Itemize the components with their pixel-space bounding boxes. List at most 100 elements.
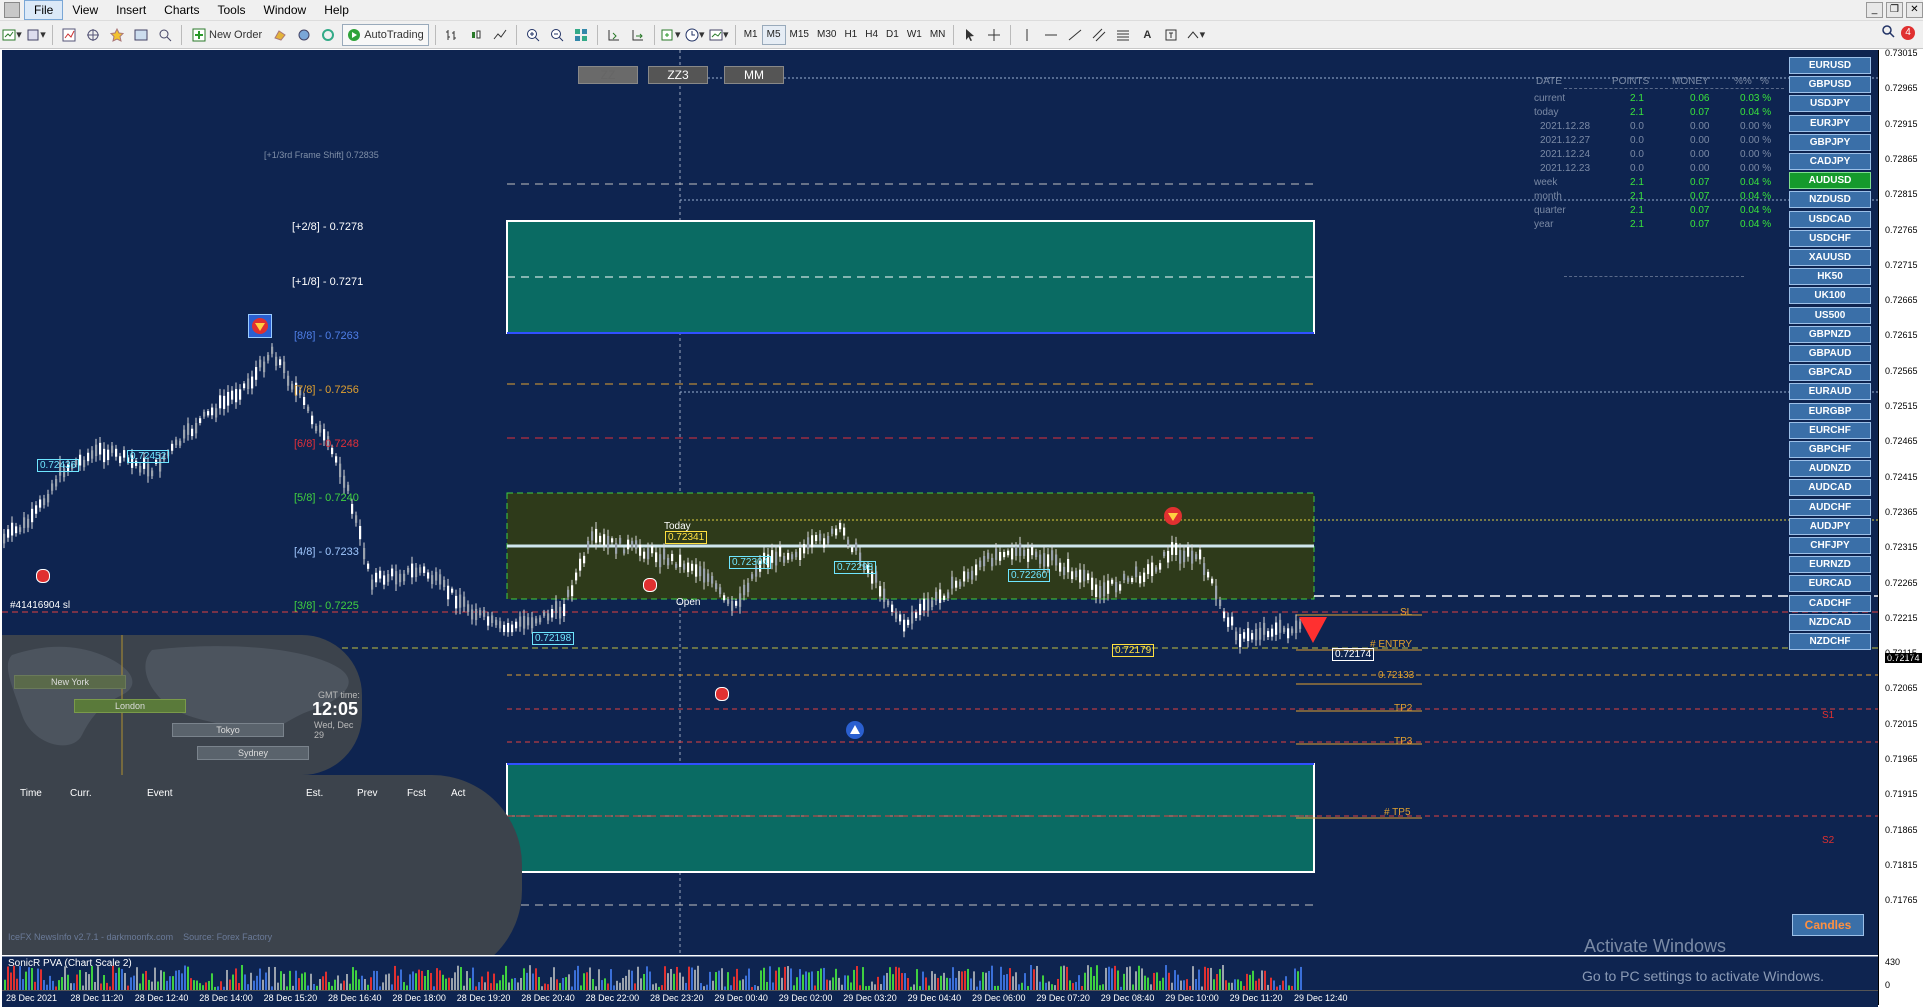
fibonacci-icon[interactable]	[1113, 25, 1133, 45]
symbol-button-audusd[interactable]: AUDUSD	[1789, 172, 1871, 190]
timeframe-h4[interactable]: H4	[861, 26, 882, 44]
text-tool-icon[interactable]: A	[1137, 25, 1157, 45]
symbol-button-cadchf[interactable]: CADCHF	[1789, 594, 1871, 612]
symbol-button-eurjpy[interactable]: EURJPY	[1789, 114, 1871, 132]
line-chart-icon[interactable]	[490, 25, 510, 45]
channel-icon[interactable]	[1089, 25, 1109, 45]
new-chart-icon[interactable]: ▾	[2, 25, 22, 45]
crosshair-icon[interactable]	[984, 25, 1004, 45]
label-tool-icon[interactable]	[1161, 25, 1181, 45]
menu-insert[interactable]: Insert	[107, 0, 155, 20]
symbol-button-audjpy[interactable]: AUDJPY	[1789, 517, 1871, 535]
symbol-button-nzdusd[interactable]: NZDUSD	[1789, 191, 1871, 209]
vertical-line-icon[interactable]	[1017, 25, 1037, 45]
chart-shift-icon[interactable]	[604, 25, 624, 45]
indicators-icon[interactable]: ▾	[661, 25, 681, 45]
profiles-icon[interactable]: ▾	[26, 25, 46, 45]
favorites-icon[interactable]	[107, 25, 127, 45]
symbol-button-usdchf[interactable]: USDCHF	[1789, 229, 1871, 247]
gmt-time: 12:05	[312, 699, 359, 719]
symbol-button-gbpcad[interactable]: GBPCAD	[1789, 364, 1871, 382]
symbol-button-xauusd[interactable]: XAUUSD	[1789, 249, 1871, 266]
symbol-button-eurcad[interactable]: EURCAD	[1789, 575, 1871, 593]
timeframe-h1[interactable]: H1	[840, 26, 861, 44]
symbol-button-eurusd[interactable]: EURUSD	[1789, 57, 1871, 74]
menu-charts[interactable]: Charts	[155, 0, 208, 20]
symbol-button-usdcad[interactable]: USDCAD	[1789, 210, 1871, 228]
new-order-button[interactable]: New Order	[188, 25, 266, 45]
menu-file[interactable]: File	[24, 0, 64, 20]
symbol-button-cadjpy[interactable]: CADJPY	[1789, 153, 1871, 170]
timeframe-d1[interactable]: D1	[882, 26, 903, 44]
symbol-button-gbpaud[interactable]: GBPAUD	[1789, 345, 1871, 362]
timeframe-mn[interactable]: MN	[926, 26, 950, 44]
candlestick-icon[interactable]	[466, 25, 486, 45]
time-axis-label: 28 Dec 22:00	[585, 993, 640, 1003]
trendline-icon[interactable]	[1065, 25, 1085, 45]
symbol-button-eurnzd[interactable]: EURNZD	[1789, 556, 1871, 574]
symbol-button-hk50[interactable]: HK50	[1789, 268, 1871, 286]
market-watch-icon[interactable]	[59, 25, 79, 45]
autotrading-button[interactable]: AutoTrading	[342, 23, 429, 46]
terminal-icon[interactable]	[131, 25, 151, 45]
time-axis-label: 29 Dec 11:20	[1229, 993, 1283, 1003]
symbol-button-gbpnzd[interactable]: GBPNZD	[1789, 325, 1871, 343]
gold-icon[interactable]	[270, 25, 290, 45]
timeframe-m5[interactable]: M5	[761, 24, 786, 45]
symbol-button-usdjpy[interactable]: USDJPY	[1789, 95, 1871, 113]
symbol-button-euraud[interactable]: EURAUD	[1789, 383, 1871, 401]
symbol-button-uk100[interactable]: UK100	[1789, 287, 1871, 305]
minimize-icon[interactable]: _	[1866, 2, 1883, 18]
symbol-button-nzdchf[interactable]: NZDCHF	[1789, 633, 1871, 650]
symbol-button-us500[interactable]: US500	[1789, 306, 1871, 324]
search-icon[interactable]	[1881, 24, 1895, 41]
navigator-icon[interactable]	[83, 25, 103, 45]
symbol-button-eurgbp[interactable]: EURGBP	[1789, 402, 1871, 420]
stats-points: 2.1	[1630, 205, 1644, 216]
zz3-button[interactable]: ZZ3	[648, 66, 708, 84]
timeframe-m15[interactable]: M15	[786, 26, 813, 44]
bar-chart-icon[interactable]	[442, 25, 462, 45]
arrows-icon[interactable]: ▾	[1185, 25, 1205, 45]
tile-windows-icon[interactable]	[571, 25, 591, 45]
templates-icon[interactable]: ▾	[709, 25, 729, 45]
symbol-button-gbpchf[interactable]: GBPCHF	[1789, 441, 1871, 458]
signals-icon[interactable]	[294, 25, 314, 45]
price-tag: 0.72298	[834, 561, 877, 574]
market-icon[interactable]	[318, 25, 338, 45]
periodicity-icon[interactable]: ▾	[685, 25, 705, 45]
stats-percent: 0.04 %	[1740, 107, 1772, 118]
horizontal-line-icon[interactable]	[1041, 25, 1061, 45]
auto-scroll-icon[interactable]	[628, 25, 648, 45]
symbol-button-audcad[interactable]: AUDCAD	[1789, 479, 1871, 497]
symbol-button-gbpusd[interactable]: GBPUSD	[1789, 76, 1871, 94]
stats-divider	[1564, 276, 1744, 277]
strategy-tester-icon[interactable]	[155, 25, 175, 45]
cursor-icon[interactable]	[960, 25, 980, 45]
stats-points: 0.0	[1630, 163, 1644, 174]
symbol-button-chfjpy[interactable]: CHFJPY	[1789, 537, 1871, 554]
restore-icon[interactable]: ❐	[1886, 2, 1903, 18]
menu-window[interactable]: Window	[255, 0, 316, 20]
zoom-in-icon[interactable]	[523, 25, 543, 45]
volume-subwindow[interactable]: SonicR PVA (Chart Scale 2) Go to PC sett…	[2, 956, 1878, 991]
symbol-button-audnzd[interactable]: AUDNZD	[1789, 460, 1871, 478]
symbol-button-audchf[interactable]: AUDCHF	[1789, 498, 1871, 516]
menu-tools[interactable]: Tools	[209, 0, 255, 20]
app-icon[interactable]	[4, 2, 20, 18]
notification-badge[interactable]: 4	[1901, 25, 1915, 40]
price-chart[interactable]: ZZ ZZ3 MM [+1/3rd Frame Shift] 0.72835 […	[2, 50, 1878, 955]
menu-help[interactable]: Help	[315, 0, 358, 20]
menu-view[interactable]: View	[63, 0, 107, 20]
mm-button[interactable]: MM	[724, 66, 784, 84]
candles-button[interactable]: Candles	[1792, 914, 1864, 936]
timeframe-m1[interactable]: M1	[740, 26, 762, 44]
close-icon[interactable]: ✕	[1906, 2, 1923, 18]
timeframe-w1[interactable]: W1	[903, 26, 926, 44]
timeframe-m30[interactable]: M30	[813, 26, 840, 44]
symbol-button-eurchf[interactable]: EURCHF	[1789, 421, 1871, 439]
symbol-button-gbpjpy[interactable]: GBPJPY	[1789, 133, 1871, 151]
zoom-out-icon[interactable]	[547, 25, 567, 45]
zz-button[interactable]: ZZ	[578, 66, 638, 84]
symbol-button-nzdcad[interactable]: NZDCAD	[1789, 613, 1871, 631]
